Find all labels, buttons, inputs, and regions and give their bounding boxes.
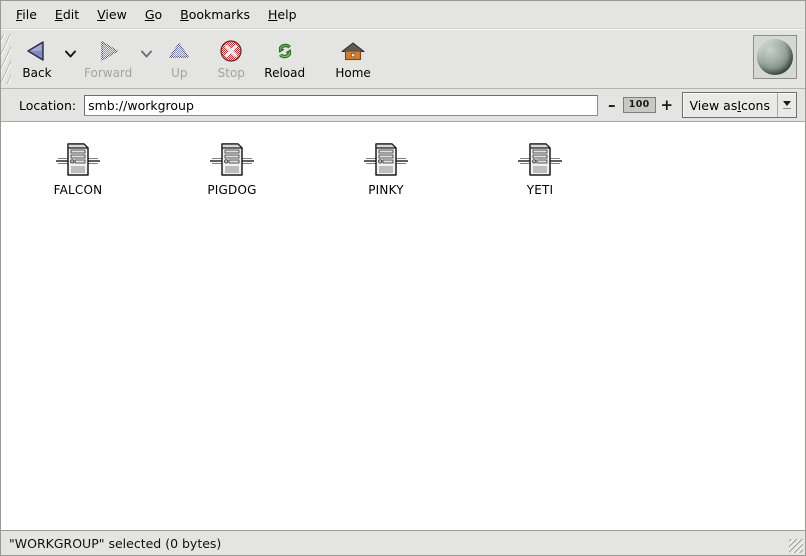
- list-item[interactable]: PINKY: [309, 129, 463, 197]
- chevron-down-icon[interactable]: [777, 93, 796, 117]
- toolbar-drag-handle[interactable]: [1, 34, 11, 84]
- location-label: Location:: [19, 98, 76, 113]
- menu-item-go[interactable]: Go: [136, 4, 171, 25]
- zoom-in-button[interactable]: +: [661, 98, 673, 113]
- menu-item-file[interactable]: File: [7, 4, 46, 25]
- home-button-label: Home: [335, 66, 370, 80]
- forward-history-dropdown[interactable]: [139, 34, 153, 58]
- stop-button-label: Stop: [218, 66, 245, 80]
- reload-button[interactable]: Reload: [257, 34, 312, 83]
- reload-button-label: Reload: [264, 66, 305, 80]
- menu-item-edit[interactable]: Edit: [46, 4, 88, 25]
- status-bar: "WORKGROUP" selected (0 bytes): [1, 530, 805, 555]
- zoom-out-button[interactable]: –: [606, 98, 618, 113]
- file-manager-window: File Edit View Go Bookmarks Help Back: [0, 0, 806, 556]
- toolbar: Back: [1, 29, 805, 89]
- list-item[interactable]: FALCON: [1, 129, 155, 197]
- zoom-level-display: 100: [623, 97, 656, 113]
- up-triangle-icon: [165, 37, 193, 65]
- view-as-label: View as Icons: [683, 93, 777, 117]
- stop-button[interactable]: Stop: [205, 34, 257, 83]
- back-history-dropdown[interactable]: [63, 34, 77, 58]
- menu-item-help[interactable]: Help: [259, 4, 306, 25]
- menubar: File Edit View Go Bookmarks Help: [1, 1, 805, 29]
- list-item-label: YETI: [527, 183, 554, 197]
- view-as-combobox[interactable]: View as Icons: [682, 92, 797, 118]
- list-item-label: PINKY: [368, 183, 404, 197]
- list-item-label: FALCON: [54, 183, 103, 197]
- home-button[interactable]: Home: [327, 34, 379, 83]
- up-button-label: Up: [171, 66, 187, 80]
- list-item[interactable]: YETI: [463, 129, 617, 197]
- icon-grid: FALCON: [1, 129, 805, 197]
- reload-circular-arrows-icon: [271, 37, 299, 65]
- toolbar-buttons: Back: [11, 30, 753, 88]
- file-view[interactable]: FALCON: [1, 122, 805, 530]
- up-button[interactable]: Up: [153, 34, 205, 83]
- throbber-container: [753, 30, 805, 88]
- list-item-label: PIGDOG: [207, 183, 256, 197]
- status-text: "WORKGROUP" selected (0 bytes): [9, 536, 221, 551]
- left-triangle-icon: [23, 37, 51, 65]
- throbber-sphere-icon[interactable]: [753, 35, 797, 79]
- stop-x-circle-icon: [217, 37, 245, 65]
- house-icon: [339, 37, 367, 65]
- menu-item-bookmarks[interactable]: Bookmarks: [171, 4, 259, 25]
- server-tower-icon: [516, 131, 564, 179]
- forward-button-label: Forward: [84, 66, 132, 80]
- list-item[interactable]: PIGDOG: [155, 129, 309, 197]
- forward-button[interactable]: Forward: [77, 34, 139, 83]
- menu-item-view[interactable]: View: [88, 4, 136, 25]
- location-bar: Location: – 100 + View as Icons: [1, 89, 805, 122]
- resize-grip-icon[interactable]: [789, 539, 803, 553]
- zoom-control: – 100 +: [606, 97, 673, 113]
- back-button[interactable]: Back: [11, 34, 63, 83]
- server-tower-icon: [362, 131, 410, 179]
- location-input[interactable]: [84, 95, 598, 116]
- server-tower-icon: [208, 131, 256, 179]
- back-button-label: Back: [22, 66, 51, 80]
- right-triangle-icon: [94, 37, 122, 65]
- server-tower-icon: [54, 131, 102, 179]
